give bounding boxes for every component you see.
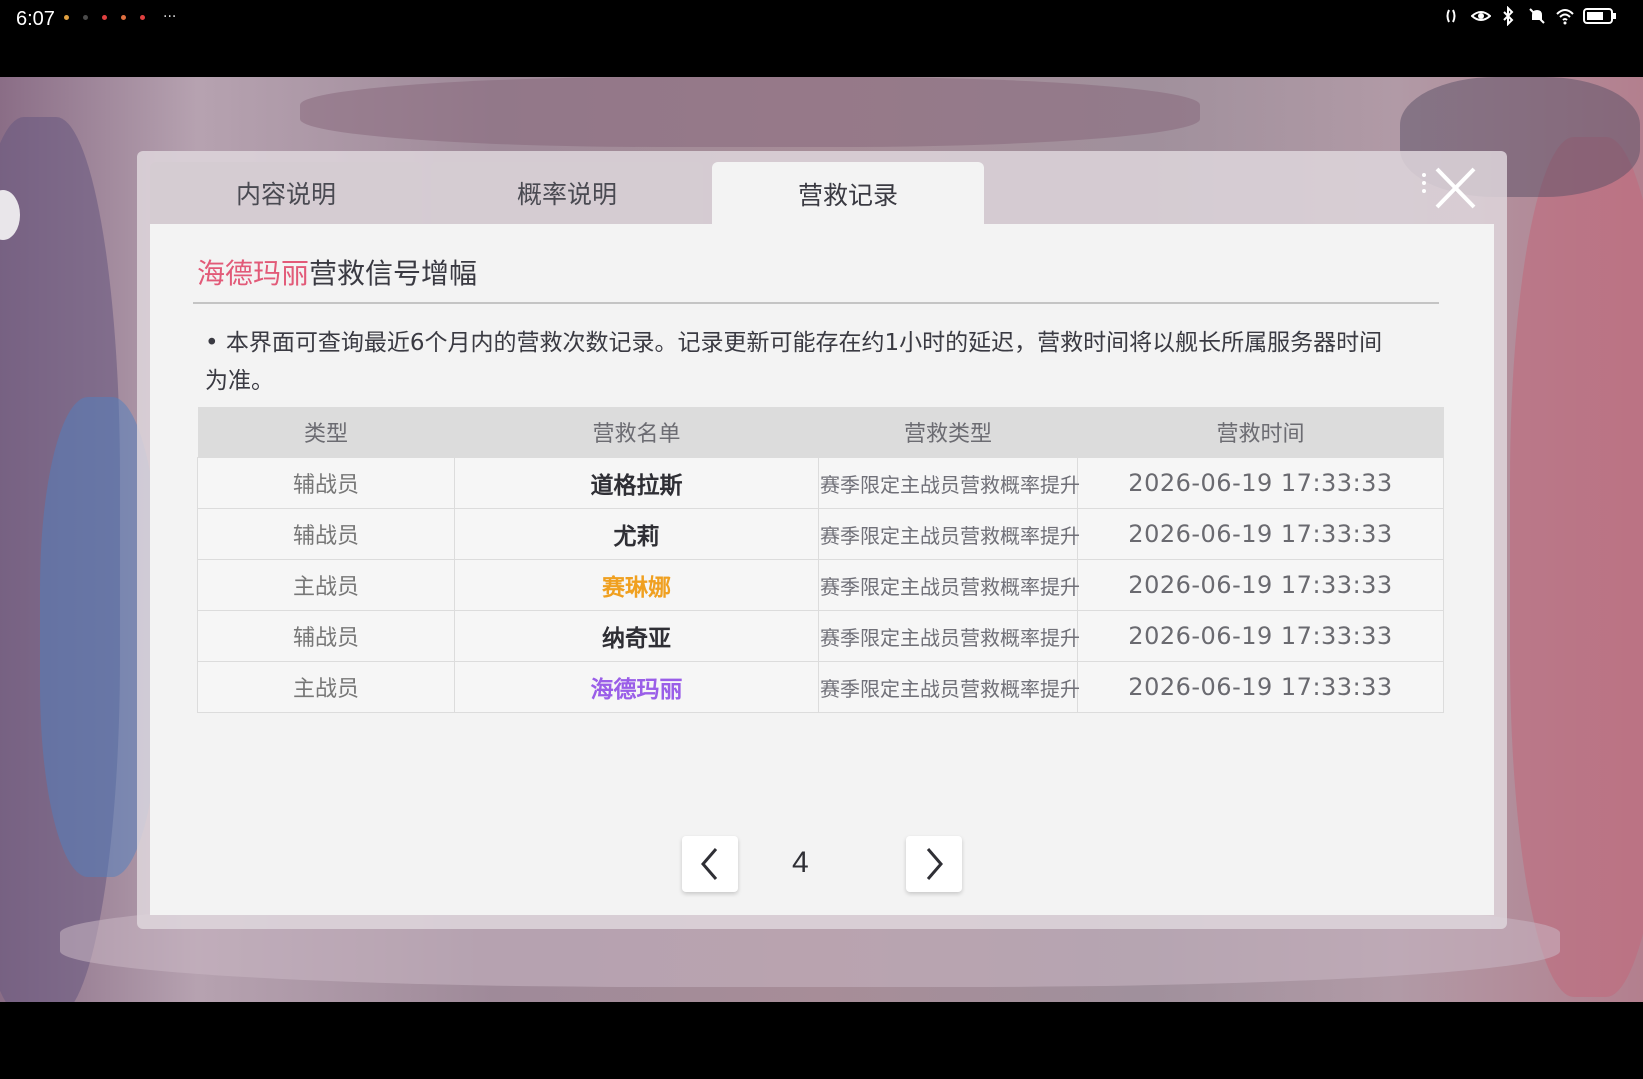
cell-time: 2026-06-19 17:33:33 (1077, 661, 1444, 713)
tab-label: 概率说明 (516, 180, 617, 209)
notification-dot (140, 14, 145, 20)
cell-time: 2026-06-19 17:33:33 (1077, 610, 1444, 662)
cell-name: 赛琳娜 (454, 559, 819, 611)
tab-label: 营救记录 (797, 181, 898, 210)
table-row: 辅战员 尤莉 赛季限定主战员营救概率提升 2026-06-19 17:33:33 (197, 508, 1444, 560)
cell-type: 辅战员 (197, 610, 455, 662)
notification-dot (121, 14, 126, 20)
cell-time: 2026-06-19 17:33:33 (1077, 457, 1444, 509)
more-notifications-icon: ··· (163, 9, 177, 25)
rescue-record-table: 类型 营救名单 营救类型 营救时间 辅战员 道格拉斯 赛季限定主战员营救概率提升… (197, 407, 1444, 713)
mute-icon (1529, 8, 1545, 24)
title-highlight: 海德玛丽 (197, 257, 310, 290)
tab-rescue-record[interactable]: 营救记录 (712, 162, 984, 226)
close-icon (1422, 167, 1476, 209)
cell-rescue-type: 赛季限定主战员营救概率提升 (818, 508, 1080, 560)
tab-content-description[interactable]: 内容说明 (150, 162, 422, 224)
page-title: 海德玛丽营救信号增幅 (197, 252, 477, 292)
cell-name: 尤莉 (454, 508, 819, 560)
nfc-icon (1446, 9, 1456, 23)
notification-dot (83, 14, 88, 20)
notification-dot (64, 14, 69, 20)
eye-icon (1471, 11, 1491, 21)
status-icons (1443, 6, 1617, 26)
title-divider (193, 302, 1439, 304)
rescue-record-panel: 海德玛丽营救信号增幅 • 本界面可查询最近6个月内的营救次数记录。记录更新可能存… (150, 224, 1494, 915)
battery-icon (1583, 8, 1616, 24)
table-row: 主战员 赛琳娜 赛季限定主战员营救概率提升 2026-06-19 17:33:3… (197, 559, 1444, 611)
tab-probability-description[interactable]: 概率说明 (431, 162, 703, 224)
page-number: 4 (792, 846, 809, 879)
bluetooth-vibrate-icon (1503, 6, 1514, 26)
chevron-left-icon (701, 848, 718, 880)
chevron-right-icon (926, 848, 943, 880)
bottom-bar (0, 1002, 1643, 1079)
cell-time: 2026-06-19 17:33:33 (1077, 508, 1444, 560)
cell-rescue-type: 赛季限定主战员营救概率提升 (818, 559, 1080, 611)
cell-rescue-type: 赛季限定主战员营救概率提升 (818, 661, 1080, 713)
status-bar: 6:07 ··· (0, 0, 1643, 77)
cell-name: 道格拉斯 (454, 457, 819, 509)
table-row: 主战员 海德玛丽 赛季限定主战员营救概率提升 2026-06-19 17:33:… (197, 661, 1444, 713)
cell-type: 辅战员 (197, 457, 455, 509)
column-header-name: 营救名单 (454, 407, 819, 458)
tab-label: 内容说明 (235, 180, 336, 209)
close-button[interactable] (1420, 163, 1480, 213)
cell-rescue-type: 赛季限定主战员营救概率提升 (818, 457, 1080, 509)
cell-type: 辅战员 (197, 508, 455, 560)
cell-rescue-type: 赛季限定主战员营救概率提升 (818, 610, 1080, 662)
wifi-icon (1556, 9, 1574, 25)
cell-name: 海德玛丽 (454, 661, 819, 713)
cell-time: 2026-06-19 17:33:33 (1077, 559, 1444, 611)
column-header-rescue-type: 营救类型 (818, 407, 1078, 458)
cell-name: 纳奇亚 (454, 610, 819, 662)
column-header-type: 类型 (197, 407, 455, 458)
status-time: 6:07 (16, 8, 55, 30)
cell-type: 主战员 (197, 661, 455, 713)
notification-dot (102, 14, 107, 20)
next-page-button[interactable] (906, 836, 962, 892)
cell-type: 主战员 (197, 559, 455, 611)
notification-dots: ··· (64, 9, 176, 25)
prev-page-button[interactable] (682, 836, 738, 892)
table-row: 辅战员 道格拉斯 赛季限定主战员营救概率提升 2026-06-19 17:33:… (197, 457, 1444, 509)
title-text: 营救信号增幅 (309, 257, 478, 290)
table-header: 类型 营救名单 营救类型 营救时间 (197, 407, 1444, 458)
notice-text: • 本界面可查询最近6个月内的营救次数记录。记录更新可能存在约1小时的延迟，营救… (205, 330, 1383, 394)
table-row: 辅战员 纳奇亚 赛季限定主战员营救概率提升 2026-06-19 17:33:3… (197, 610, 1444, 662)
column-header-time: 营救时间 (1077, 407, 1444, 458)
